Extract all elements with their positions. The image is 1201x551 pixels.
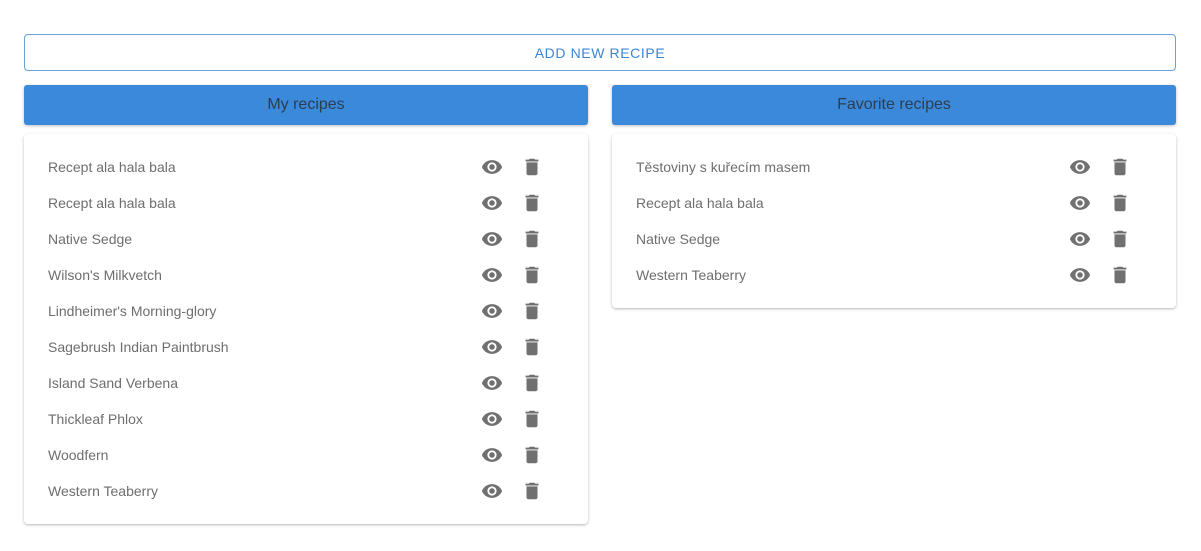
list-item: Native Sedge xyxy=(612,221,1176,257)
recipe-name: Lindheimer's Morning-glory xyxy=(48,303,217,319)
recipe-name: Island Sand Verbena xyxy=(48,375,178,391)
recipe-name: Recept ala hala bala xyxy=(48,195,176,211)
eye-icon[interactable] xyxy=(1069,156,1091,178)
favorite-recipes-header: Favorite recipes xyxy=(612,85,1176,125)
trash-icon[interactable] xyxy=(1109,264,1131,286)
list-item: Native Sedge xyxy=(24,221,588,257)
trash-icon[interactable] xyxy=(521,408,543,430)
trash-icon[interactable] xyxy=(521,156,543,178)
trash-icon[interactable] xyxy=(1109,156,1131,178)
list-item: Lindheimer's Morning-glory xyxy=(24,293,588,329)
eye-icon[interactable] xyxy=(1069,228,1091,250)
eye-icon[interactable] xyxy=(481,228,503,250)
eye-icon[interactable] xyxy=(481,480,503,502)
eye-icon[interactable] xyxy=(481,300,503,322)
list-item: Western Teaberry xyxy=(612,257,1176,293)
eye-icon[interactable] xyxy=(481,192,503,214)
eye-icon[interactable] xyxy=(481,336,503,358)
list-item: Sagebrush Indian Paintbrush xyxy=(24,329,588,365)
list-item: Woodfern xyxy=(24,437,588,473)
list-item: Těstoviny s kuřecím masem xyxy=(612,149,1176,185)
trash-icon[interactable] xyxy=(521,480,543,502)
list-item: Recept ala hala bala xyxy=(24,149,588,185)
recipe-name: Recept ala hala bala xyxy=(636,195,764,211)
eye-icon[interactable] xyxy=(1069,264,1091,286)
favorite-recipes-column: Favorite recipes Těstoviny s kuřecím mas… xyxy=(612,85,1176,308)
add-new-recipe-button[interactable]: ADD NEW RECIPE xyxy=(24,34,1176,71)
trash-icon[interactable] xyxy=(521,300,543,322)
my-recipes-column: My recipes Recept ala hala bala Recept al… xyxy=(24,85,588,524)
recipe-name: Western Teaberry xyxy=(48,483,158,499)
trash-icon[interactable] xyxy=(521,192,543,214)
eye-icon[interactable] xyxy=(481,372,503,394)
recipe-name: Native Sedge xyxy=(48,231,133,247)
eye-icon[interactable] xyxy=(481,444,503,466)
eye-icon[interactable] xyxy=(481,156,503,178)
my-recipes-list: Recept ala hala bala Recept ala hala bala… xyxy=(24,134,588,524)
trash-icon[interactable] xyxy=(521,228,543,250)
recipe-name: Thickleaf Phlox xyxy=(48,411,143,427)
recipe-name: Těstoviny s kuřecím masem xyxy=(636,159,811,175)
list-item: Island Sand Verbena xyxy=(24,365,588,401)
recipe-name: Western Teaberry xyxy=(636,267,746,283)
recipe-name: Native Sedge xyxy=(636,231,721,247)
list-item: Recept ala hala bala xyxy=(612,185,1176,221)
recipe-name: Woodfern xyxy=(48,447,109,463)
trash-icon[interactable] xyxy=(521,372,543,394)
eye-icon[interactable] xyxy=(481,264,503,286)
trash-icon[interactable] xyxy=(521,444,543,466)
list-item: Western Teaberry xyxy=(24,473,588,509)
favorite-recipes-list: Těstoviny s kuřecím masem Recept ala hala… xyxy=(612,134,1176,308)
eye-icon[interactable] xyxy=(481,408,503,430)
recipe-name: Sagebrush Indian Paintbrush xyxy=(48,339,229,355)
trash-icon[interactable] xyxy=(1109,228,1131,250)
my-recipes-header: My recipes xyxy=(24,85,588,125)
trash-icon[interactable] xyxy=(521,264,543,286)
trash-icon[interactable] xyxy=(521,336,543,358)
list-item: Wilson's Milkvetch xyxy=(24,257,588,293)
eye-icon[interactable] xyxy=(1069,192,1091,214)
recipe-name: Recept ala hala bala xyxy=(48,159,176,175)
list-item: Recept ala hala bala xyxy=(24,185,588,221)
list-item: Thickleaf Phlox xyxy=(24,401,588,437)
recipe-name: Wilson's Milkvetch xyxy=(48,267,162,283)
trash-icon[interactable] xyxy=(1109,192,1131,214)
